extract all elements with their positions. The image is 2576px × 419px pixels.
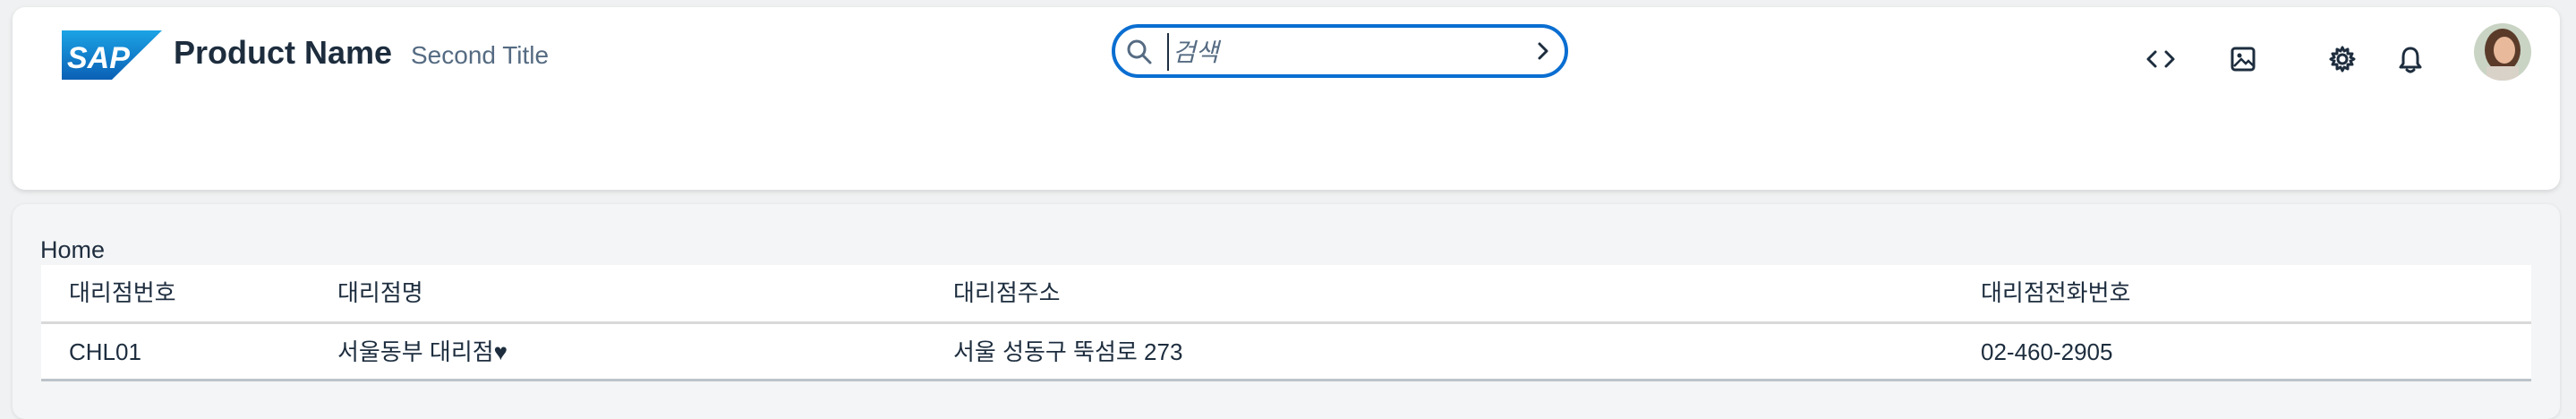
cell-dealer-phone: 02-460-2905 [1981,338,2113,365]
shell-header: SAP Product Name Second Title [13,7,2560,190]
notification-bell-icon[interactable] [2393,41,2428,77]
image-icon[interactable] [2225,41,2261,77]
dealer-table: 대리점번호 대리점명 대리점주소 대리점전화번호 CHL01 서울동부 대리점♥… [41,265,2531,381]
cell-dealer-name: 서울동부 대리점♥ [337,338,508,365]
product-name: Product Name [174,34,393,71]
search-icon[interactable] [1126,38,1153,65]
column-header-dealer-number[interactable]: 대리점번호 [69,265,176,321]
cell-dealer-number: CHL01 [69,338,141,365]
search-input[interactable] [1167,33,1523,71]
sap-logo[interactable]: SAP [62,30,162,80]
cell-dealer-address: 서울 성동구 뚝섬로 273 [953,338,1183,365]
column-header-dealer-phone[interactable]: 대리점전화번호 [1981,265,2130,321]
table-header-row: 대리점번호 대리점명 대리점주소 대리점전화번호 [41,265,2531,324]
breadcrumb[interactable]: Home [40,236,105,264]
chevron-right-icon[interactable] [1534,40,1552,62]
second-title: Second Title [411,41,550,69]
svg-text:SAP: SAP [67,41,130,75]
column-header-dealer-name[interactable]: 대리점명 [337,265,423,321]
user-avatar[interactable] [2474,23,2531,81]
search-field[interactable] [1112,24,1568,78]
table-row[interactable]: CHL01 서울동부 대리점♥ 서울 성동구 뚝섬로 273 02-460-29… [41,324,2531,381]
column-header-dealer-address[interactable]: 대리점주소 [953,265,1061,321]
code-icon[interactable] [2143,41,2179,77]
settings-icon[interactable] [2324,41,2360,77]
page-content: Home 대리점번호 대리점명 대리점주소 대리점전화번호 CHL01 서울동부… [13,204,2560,419]
